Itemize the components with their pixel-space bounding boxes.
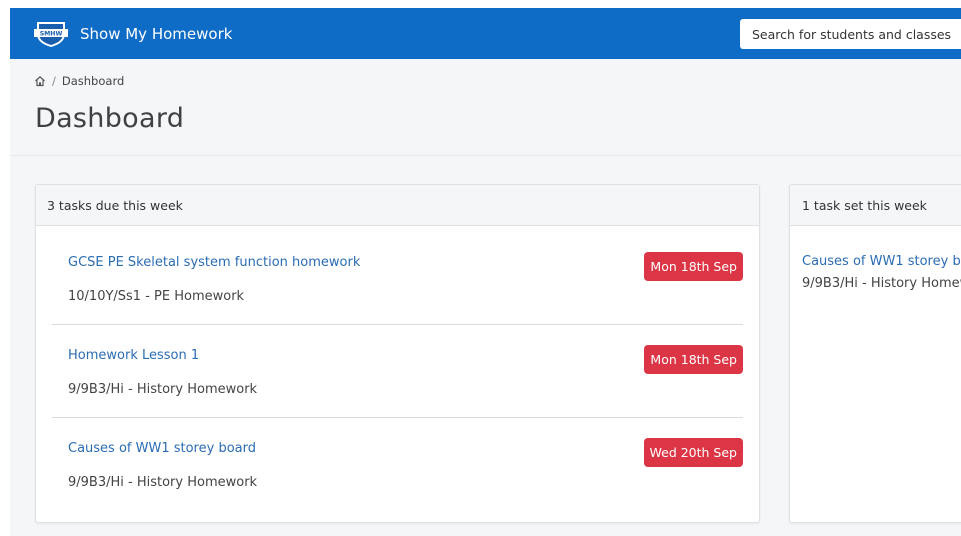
due-date-badge: Mon 18th Sep bbox=[644, 345, 743, 374]
breadcrumb: / Dashboard bbox=[34, 74, 124, 88]
top-navbar: SMHW Show My Homework bbox=[10, 8, 961, 59]
tasks-due-header: 3 tasks due this week bbox=[36, 185, 759, 226]
task-title-link[interactable]: Homework Lesson 1 bbox=[68, 348, 199, 363]
page-header: / Dashboard Dashboard bbox=[10, 59, 961, 156]
task-class: 9/9B3/Hi - History Homework bbox=[68, 382, 258, 397]
task-item: Causes of WW1 storey board 9/9B3/Hi - Hi… bbox=[52, 413, 743, 506]
due-date-badge: Wed 20th Sep bbox=[643, 438, 743, 467]
set-task-class: 9/9B3/Hi - History Homework bbox=[802, 276, 961, 291]
home-icon[interactable] bbox=[34, 75, 46, 87]
task-title-link[interactable]: Causes of WW1 storey board bbox=[68, 441, 256, 456]
smhw-logo: SMHW bbox=[34, 21, 68, 47]
breadcrumb-separator: / bbox=[52, 74, 56, 88]
set-task-title-link[interactable]: Causes of WW1 storey board bbox=[802, 254, 961, 269]
tasks-due-card: 3 tasks due this week GCSE PE Skeletal s… bbox=[35, 184, 760, 523]
tasks-set-header: 1 task set this week bbox=[790, 185, 961, 226]
logo-text: SMHW bbox=[40, 30, 63, 37]
task-class: 10/10Y/Ss1 - PE Homework bbox=[68, 289, 245, 304]
due-date-badge: Mon 18th Sep bbox=[644, 252, 743, 281]
page-title: Dashboard bbox=[35, 103, 185, 134]
brand-link[interactable]: SMHW Show My Homework bbox=[34, 8, 232, 59]
tasks-set-card: 1 task set this week Causes of WW1 store… bbox=[789, 184, 961, 523]
breadcrumb-current: Dashboard bbox=[61, 74, 125, 88]
task-item: GCSE PE Skeletal system function homewor… bbox=[52, 227, 743, 320]
task-class: 9/9B3/Hi - History Homework bbox=[68, 475, 258, 490]
task-item: Homework Lesson 1 9/9B3/Hi - History Hom… bbox=[52, 320, 743, 413]
search-input[interactable] bbox=[740, 19, 961, 49]
task-title-link[interactable]: GCSE PE Skeletal system function homewor… bbox=[68, 255, 360, 270]
app-name: Show My Homework bbox=[80, 24, 233, 43]
